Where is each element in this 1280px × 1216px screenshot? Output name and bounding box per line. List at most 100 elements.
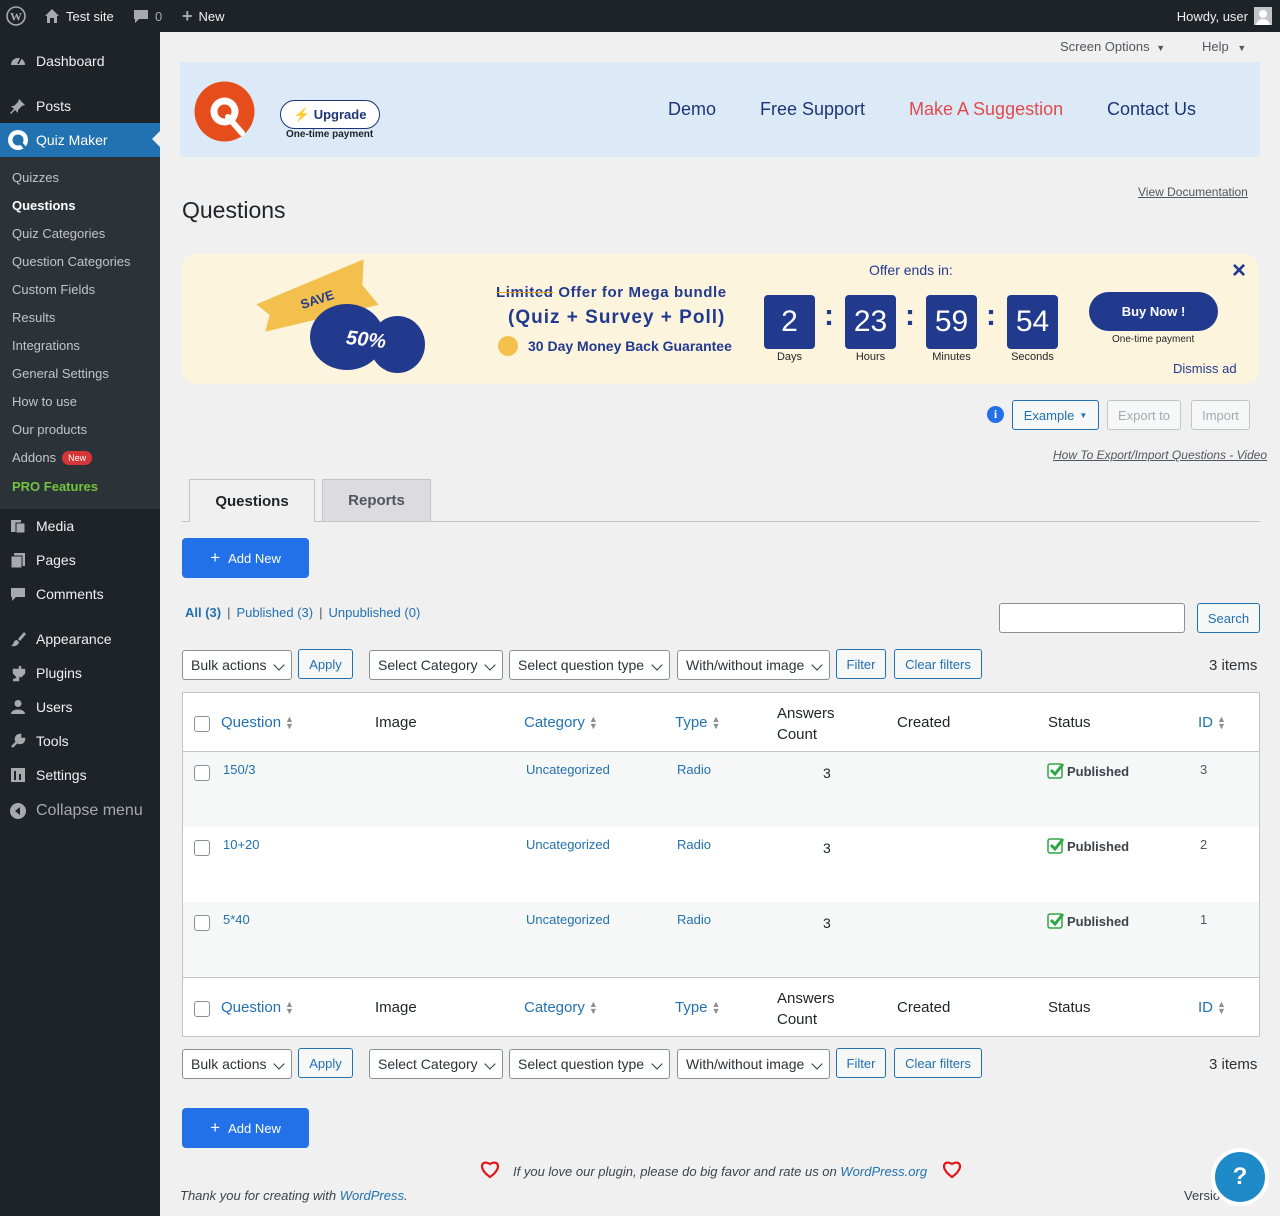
- upgrade-button[interactable]: ⚡ Upgrade: [280, 100, 380, 129]
- search-input[interactable]: [999, 603, 1185, 633]
- export-import-video-link[interactable]: How To Export/Import Questions - Video: [1053, 448, 1267, 462]
- bulk-actions-select-bottom[interactable]: Bulk actions: [182, 1049, 292, 1079]
- sidebar-item-tools[interactable]: Tools: [0, 726, 160, 756]
- quiz-maker-logo-icon[interactable]: [194, 81, 255, 142]
- nav-demo[interactable]: Demo: [668, 99, 716, 120]
- submenu-how-to-use[interactable]: How to use: [12, 394, 77, 409]
- sidebar-item-dashboard[interactable]: Dashboard: [0, 46, 160, 76]
- close-icon[interactable]: ×: [1232, 257, 1246, 285]
- view-all[interactable]: All (3): [185, 605, 221, 620]
- dismiss-ad-link[interactable]: Dismiss ad: [1173, 361, 1237, 376]
- view-unpublished[interactable]: Unpublished (0): [329, 605, 421, 620]
- filter-button-bottom[interactable]: Filter: [836, 1048, 886, 1078]
- example-dropdown-button[interactable]: Example ▼: [1012, 400, 1099, 430]
- type-link[interactable]: Radio: [677, 762, 711, 777]
- add-new-button[interactable]: + Add New: [182, 538, 309, 578]
- sidebar-item-appearance[interactable]: Appearance: [0, 624, 160, 654]
- info-icon[interactable]: i: [987, 406, 1004, 423]
- row-checkbox[interactable]: [194, 915, 210, 931]
- clear-filters-button-bottom[interactable]: Clear filters: [894, 1048, 982, 1078]
- wordpress-link[interactable]: WordPress: [340, 1188, 404, 1203]
- column-label: ID: [1198, 999, 1213, 1016]
- wordpress-logo-icon[interactable]: W: [6, 0, 26, 32]
- sidebar-item-quiz-maker[interactable]: Quiz Maker: [0, 123, 160, 157]
- column-question[interactable]: Question ▲ ▼: [221, 714, 294, 731]
- row-checkbox[interactable]: [194, 765, 210, 781]
- select-all-checkbox[interactable]: [194, 716, 210, 732]
- site-name-link[interactable]: Test site: [44, 0, 114, 32]
- question-type-select-bottom[interactable]: Select question type: [509, 1049, 670, 1079]
- import-button[interactable]: Import: [1191, 400, 1250, 430]
- category-link[interactable]: Uncategorized: [526, 762, 610, 777]
- sidebar-item-plugins[interactable]: Plugins: [0, 658, 160, 688]
- column-category[interactable]: Category ▲ ▼: [524, 999, 598, 1016]
- column-id[interactable]: ID ▲ ▼: [1198, 714, 1226, 731]
- category-select-bottom[interactable]: Select Category: [369, 1049, 503, 1079]
- sidebar-item-media[interactable]: Media: [0, 511, 160, 541]
- question-link[interactable]: 5*40: [223, 912, 250, 927]
- submenu-questions[interactable]: Questions: [12, 198, 76, 213]
- column-id[interactable]: ID ▲ ▼: [1198, 999, 1226, 1016]
- new-content-link[interactable]: + New: [182, 0, 225, 32]
- comments-link[interactable]: 0: [133, 0, 162, 32]
- buy-now-button[interactable]: Buy Now !: [1089, 292, 1218, 331]
- submenu-addons[interactable]: Addons New: [12, 450, 93, 465]
- export-button[interactable]: Export to: [1107, 400, 1181, 430]
- column-type[interactable]: Type ▲ ▼: [675, 999, 720, 1016]
- nav-free-support[interactable]: Free Support: [760, 99, 865, 120]
- submenu-quizzes[interactable]: Quizzes: [12, 170, 59, 185]
- nav-make-suggestion[interactable]: Make A Suggestion: [909, 99, 1063, 120]
- filter-button[interactable]: Filter: [836, 649, 886, 679]
- my-account-link[interactable]: Howdy, user: [1177, 0, 1272, 32]
- submenu-results[interactable]: Results: [12, 310, 55, 325]
- category-link[interactable]: Uncategorized: [526, 837, 610, 852]
- submenu-custom-fields[interactable]: Custom Fields: [12, 282, 95, 297]
- sidebar-label: Dashboard: [36, 53, 105, 69]
- category-link[interactable]: Uncategorized: [526, 912, 610, 927]
- nav-contact-us[interactable]: Contact Us: [1107, 99, 1196, 120]
- screen-options-button[interactable]: Screen Options ▼: [1060, 39, 1165, 54]
- select-all-checkbox[interactable]: [194, 1001, 210, 1017]
- submenu-quiz-categories[interactable]: Quiz Categories: [12, 226, 105, 241]
- help-chat-button[interactable]: ?: [1211, 1148, 1269, 1206]
- apply-button-bottom[interactable]: Apply: [298, 1048, 353, 1078]
- tab-reports[interactable]: Reports: [322, 479, 431, 521]
- chevron-down-icon: [484, 659, 496, 671]
- row-id: 3: [1200, 762, 1208, 777]
- sidebar-item-posts[interactable]: Posts: [0, 91, 160, 121]
- search-button[interactable]: Search: [1197, 603, 1260, 633]
- clear-filters-button[interactable]: Clear filters: [894, 649, 982, 679]
- view-published[interactable]: Published (3): [237, 605, 314, 620]
- column-question[interactable]: Question ▲ ▼: [221, 999, 294, 1016]
- sidebar-item-comments[interactable]: Comments: [0, 579, 160, 609]
- image-filter-select[interactable]: With/without image: [677, 650, 830, 680]
- add-new-button-bottom[interactable]: + Add New: [182, 1108, 309, 1148]
- help-button[interactable]: Help ▼: [1202, 39, 1246, 54]
- submenu-question-categories[interactable]: Question Categories: [12, 254, 131, 269]
- question-link[interactable]: 10+20: [223, 837, 260, 852]
- image-filter-select-bottom[interactable]: With/without image: [677, 1049, 830, 1079]
- submenu-general-settings[interactable]: General Settings: [12, 366, 109, 381]
- column-category[interactable]: Category ▲ ▼: [524, 714, 598, 731]
- submenu-our-products[interactable]: Our products: [12, 422, 87, 437]
- sidebar-item-settings[interactable]: Settings: [0, 760, 160, 790]
- rate-link[interactable]: WordPress.org: [840, 1164, 927, 1179]
- question-type-select[interactable]: Select question type: [509, 650, 670, 680]
- type-link[interactable]: Radio: [677, 837, 711, 852]
- view-documentation-link[interactable]: View Documentation: [1138, 185, 1248, 199]
- tab-questions[interactable]: Questions: [189, 479, 315, 522]
- type-link[interactable]: Radio: [677, 912, 711, 927]
- wrench-icon: [0, 732, 36, 750]
- question-link[interactable]: 150/3: [223, 762, 256, 777]
- settings-icon: [0, 766, 36, 784]
- sidebar-item-users[interactable]: Users: [0, 692, 160, 722]
- category-select[interactable]: Select Category: [369, 650, 503, 680]
- row-checkbox[interactable]: [194, 840, 210, 856]
- submenu-integrations[interactable]: Integrations: [12, 338, 80, 353]
- bulk-actions-select[interactable]: Bulk actions: [182, 650, 292, 680]
- submenu-pro-features[interactable]: PRO Features: [12, 479, 98, 494]
- sidebar-item-pages[interactable]: Pages: [0, 545, 160, 575]
- column-type[interactable]: Type ▲ ▼: [675, 714, 720, 731]
- collapse-menu-button[interactable]: Collapse menu: [0, 796, 160, 826]
- apply-button[interactable]: Apply: [298, 649, 353, 679]
